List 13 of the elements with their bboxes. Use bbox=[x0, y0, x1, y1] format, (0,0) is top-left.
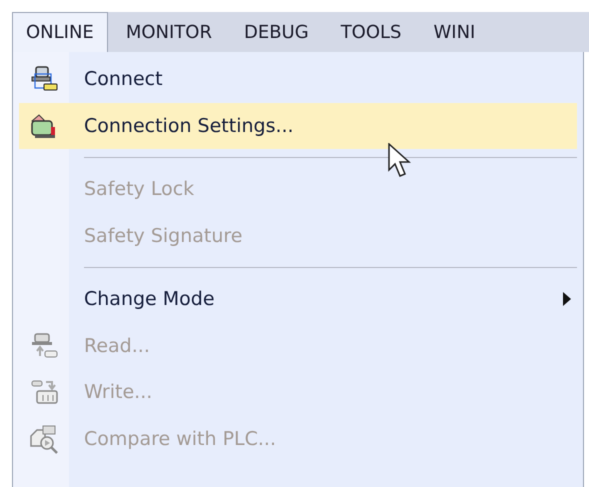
submenu-arrow-icon bbox=[563, 292, 571, 306]
menu-tab[interactable]: ONLINE bbox=[12, 12, 108, 52]
computer-icon bbox=[30, 332, 58, 360]
menu-item[interactable]: Change Mode bbox=[19, 276, 577, 322]
computer-icon bbox=[30, 65, 58, 94]
menu-tab[interactable]: TOOLS bbox=[326, 12, 416, 52]
menu-tab[interactable]: DEBUG bbox=[230, 12, 323, 52]
menu-item[interactable]: Connect bbox=[19, 56, 577, 102]
mouse-cursor-icon bbox=[388, 143, 414, 179]
compare-icon bbox=[29, 424, 59, 454]
menu-tab[interactable]: WINI bbox=[419, 12, 490, 52]
menu-tab[interactable]: MONITOR bbox=[112, 12, 226, 52]
menu-item[interactable]: Connection Settings... bbox=[19, 102, 577, 149]
